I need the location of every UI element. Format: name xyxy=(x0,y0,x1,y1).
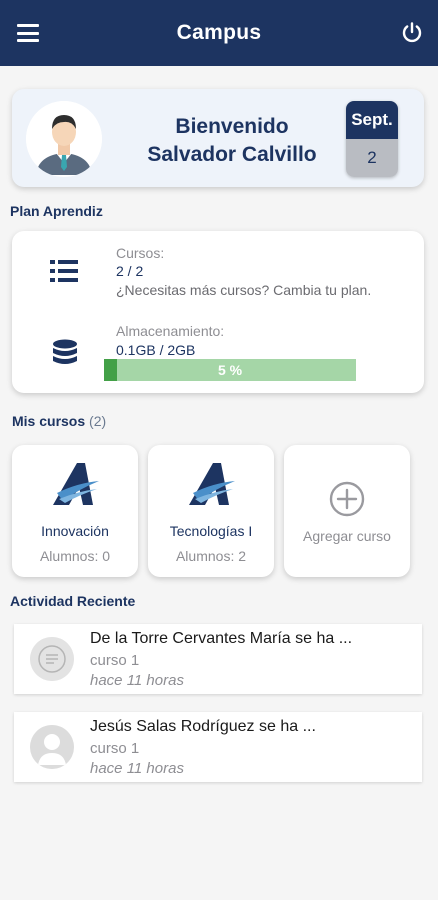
activity-item[interactable]: Jesús Salas Rodríguez se ha ... curso 1 … xyxy=(14,712,422,782)
storage-progress-bar: 5 % xyxy=(104,359,356,381)
add-course-label: Agregar curso xyxy=(303,528,391,544)
course-name: Tecnologías I xyxy=(169,523,253,539)
welcome-message: Bienvenido Salvador Calvillo xyxy=(112,113,352,169)
date-badge: Sept. 2 xyxy=(346,101,398,177)
date-day: 2 xyxy=(346,139,398,177)
storage-value: 0.1GB / 2GB xyxy=(116,342,196,358)
activity-course: curso 1 xyxy=(90,652,140,669)
add-course-button[interactable]: Agregar curso xyxy=(284,445,410,577)
courses-count: (2) xyxy=(89,413,107,429)
courses-section-label: Mis cursos xyxy=(12,413,86,429)
storage-label: Almacenamiento: xyxy=(116,323,225,339)
greeting-text: Bienvenido xyxy=(175,115,289,138)
courses-value: 2 / 2 xyxy=(116,263,144,279)
activity-time: hace 11 horas xyxy=(90,760,184,777)
course-name: Innovación xyxy=(41,523,109,539)
plan-section-title: Plan Aprendiz xyxy=(10,203,103,219)
courses-label: Cursos: xyxy=(116,245,165,261)
list-icon xyxy=(50,260,78,282)
app-header: Campus xyxy=(0,0,438,66)
activity-section-title: Actividad Reciente xyxy=(10,593,136,609)
plus-circle-icon xyxy=(329,481,365,517)
courses-hint[interactable]: ¿Necesitas más cursos? Cambia tu plan. xyxy=(116,282,371,298)
welcome-card: Bienvenido Salvador Calvillo Sept. 2 xyxy=(12,89,424,187)
user-name: Salvador Calvillo xyxy=(147,143,317,166)
course-logo-icon xyxy=(53,463,99,505)
course-card-tecnologias[interactable]: Tecnologías I Alumnos: 2 xyxy=(148,445,274,577)
course-logo-icon xyxy=(189,463,235,505)
app-title: Campus xyxy=(176,21,262,44)
course-students: Alumnos: 2 xyxy=(175,548,247,564)
storage-progress-text: 5 % xyxy=(217,362,243,378)
user-placeholder-icon xyxy=(30,725,74,769)
course-students: Alumnos: 0 xyxy=(39,548,111,564)
hamburger-menu-icon[interactable] xyxy=(17,24,39,42)
activity-title: De la Torre Cervantes María se ha ... xyxy=(90,630,353,647)
user-avatar-illustration xyxy=(26,101,102,177)
activity-item[interactable]: De la Torre Cervantes María se ha ... cu… xyxy=(14,624,422,694)
document-icon xyxy=(30,637,74,681)
activity-title: Jesús Salas Rodríguez se ha ... xyxy=(90,718,316,735)
avatar[interactable] xyxy=(26,101,102,177)
activity-course: curso 1 xyxy=(90,740,140,757)
activity-time: hace 11 horas xyxy=(90,672,184,689)
course-card-innovacion[interactable]: Innovación Alumnos: 0 xyxy=(12,445,138,577)
power-icon[interactable] xyxy=(400,21,424,45)
date-month: Sept. xyxy=(346,101,398,139)
database-icon xyxy=(53,339,77,364)
courses-section-title: Mis cursos (2) xyxy=(12,413,106,429)
